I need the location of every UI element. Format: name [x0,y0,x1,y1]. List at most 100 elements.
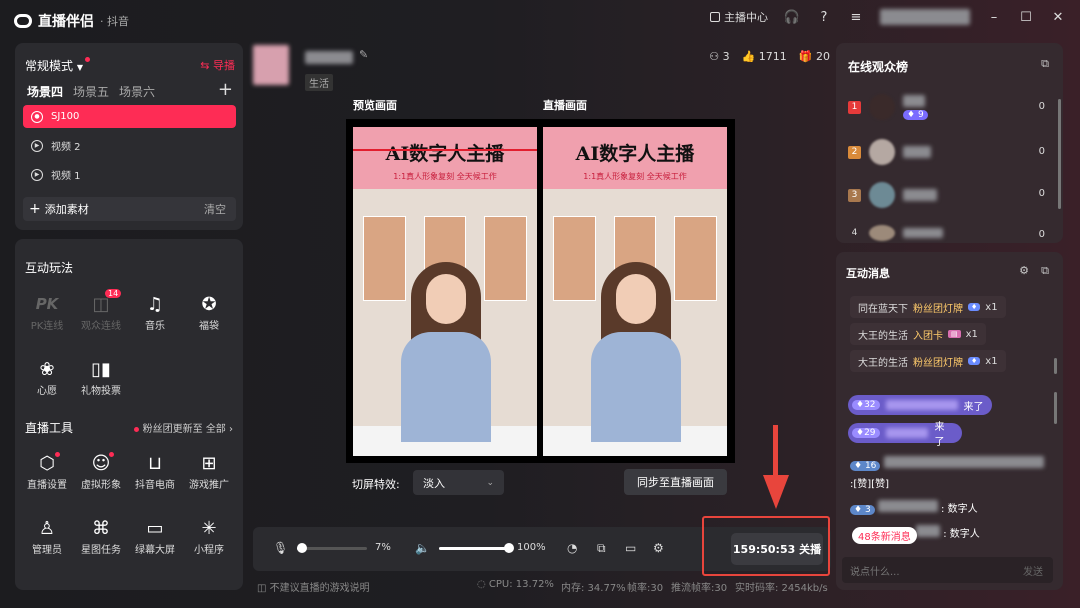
rank-row[interactable]: 4 [848,225,943,241]
annotation-arrow-head [763,475,789,509]
sync-to-live-button[interactable]: 同步至直播画面 [624,469,727,495]
settings-icon[interactable]: ⚙ [1019,264,1029,277]
digital-human [591,262,681,442]
slider-knob[interactable] [504,543,514,553]
source-label: 视频 2 [51,142,81,153]
microphone-icon[interactable]: 🎙 [273,541,288,555]
wish-button[interactable]: ❀ 心愿 [21,356,73,398]
mini-program-button[interactable]: ✳ 小程序 [183,515,235,557]
clear-button[interactable]: 清空 [204,201,226,217]
chat-message: ♦ 16 :[赞][赞] [850,456,1044,490]
green-screen-button[interactable]: ▭ 绿幕大屏 [129,515,181,557]
settings-icon[interactable]: ⚙ [653,541,664,555]
headset-icon[interactable]: 🎧 [784,9,800,25]
game-promo-button[interactable]: ⊞ 游戏推广 [183,450,235,492]
beauty-icon[interactable]: ◔ [567,541,577,555]
category-tag: 生活 [305,74,333,91]
avatar [869,94,895,120]
banner: AI数字人主播 1:1真人形象复刻 全天候工作 [543,127,727,189]
system-message: 同在蓝天下 粉丝团灯牌 ♦ x1 [850,296,1006,318]
scene-panel: 常规模式 ▼ ⇆ 导播 场景四 场景五 场景六 + ● SJ100 ▶ 视频 2… [15,43,243,230]
gift-vote-button[interactable]: ▯▮ 礼物投票 [75,356,127,398]
popout-icon[interactable]: ⧉ [1041,264,1049,278]
slider-fill [439,547,509,550]
star-task-button[interactable]: ⌘ 星图任务 [75,515,127,557]
source-label: SJ100 [51,111,80,122]
tools-title: 直播工具 [25,421,74,435]
add-source-button[interactable]: + 添加素材 清空 [23,197,236,221]
slider-knob[interactable] [297,543,307,553]
source-item-video-2[interactable]: ▶ 视频 2 [23,134,236,157]
scrollbar[interactable] [1054,392,1057,424]
mode-selector[interactable]: 常规模式 ▼ [25,57,90,74]
edit-icon[interactable]: ✎ [359,48,368,61]
speaker-volume-slider[interactable] [439,543,514,553]
switch-effect-select[interactable]: 淡入 ⌄ [413,470,504,495]
notification-dot [109,452,114,457]
streamer-avatar[interactable] [253,45,289,85]
tab-scene-4[interactable]: 场景四 [27,83,63,100]
app-name: 直播伴侣 [38,14,94,30]
fan-update-note[interactable]: 粉丝团更新至 全部 › [133,420,233,435]
message-count: x1 [985,355,998,367]
viewer-name [885,428,929,438]
source-item-sj100[interactable]: ● SJ100 [23,105,236,128]
live-canvas[interactable]: AI数字人主播 1:1真人形象复刻 全天候工作 [543,127,727,456]
preview-canvas[interactable]: AI数字人主播 1:1真人形象复刻 全天候工作 [353,127,537,456]
scrollbar[interactable] [1058,99,1061,209]
game-note-text: 不建议直播的游戏说明 [269,583,370,594]
all-link[interactable]: 全部 [206,424,226,435]
speaker-icon[interactable]: 🔈 [415,541,430,555]
add-scene-icon[interactable]: + [218,79,233,100]
guide-button[interactable]: ⇆ 导播 [200,57,235,73]
scrollbar[interactable] [1054,358,1057,374]
source-item-video-1[interactable]: ▶ 视频 1 [23,163,236,186]
creator-center-button[interactable]: 主播中心 [710,9,768,25]
screen-cast-icon[interactable]: ⧉ [597,541,606,556]
mic-volume-slider[interactable] [297,543,367,553]
admin-button[interactable]: ♙ 管理员 [21,515,73,557]
new-messages-badge[interactable]: 48条新消息 [852,527,917,544]
gift-stat: 🎁 20 [799,50,830,63]
rank-row[interactable]: 3 [848,182,937,208]
people-icon: ⚇ [709,50,720,63]
lucky-bag-icon: ✪ [201,293,217,315]
record-icon[interactable]: ▭ [625,541,636,555]
popout-icon[interactable]: ⧉ [1041,57,1049,71]
system-message: 大王的生活 粉丝团灯牌 ♦ x1 [850,350,1006,372]
rank-title: 在线观众榜 [848,60,909,74]
tab-scene-6[interactable]: 场景六 [119,83,155,100]
game-note-link[interactable]: ◫ 不建议直播的游戏说明 [257,579,370,594]
entry-text: 来了 [934,422,945,448]
close-icon[interactable]: ✕ [1050,9,1066,25]
rank-row[interactable]: 1 ♦ 9 [848,94,928,120]
music-button[interactable]: ♫ 音乐 [129,291,181,333]
title-bar: 直播伴侣 · 抖音 主播中心 🎧 ? ≡ – ☐ ✕ [0,0,1080,40]
help-icon[interactable]: ? [816,9,832,25]
cpu-text: CPU: 13.72% [488,579,554,590]
screen-icon: ▭ [146,517,164,539]
banner-title: AI数字人主播 [385,143,505,165]
send-button[interactable]: 发送 [1023,563,1043,578]
tab-scene-5[interactable]: 场景五 [73,83,109,100]
menu-icon[interactable]: ≡ [848,9,864,25]
dress [401,332,491,442]
chat-message: : 数字人 [916,525,980,540]
maximize-icon[interactable]: ☐ [1018,9,1034,25]
virtual-avatar-button[interactable]: ☺ 虚拟形象 [75,450,127,491]
pk-link-button[interactable]: PK PK连线 [21,291,73,332]
user-account[interactable] [880,9,970,25]
minimize-icon[interactable]: – [986,9,1002,25]
pk-link-label: PK连线 [30,321,64,332]
ecommerce-button[interactable]: ⊔ 抖音电商 [129,450,181,492]
audience-link-label: 观众连线 [81,321,121,332]
switch-effect-label: 切屏特效: [352,478,400,491]
chat-input[interactable]: 说点什么... 发送 [842,557,1053,583]
level-badge: ♦29 [852,428,880,438]
viewer-name [903,94,925,107]
audience-link-button[interactable]: ◫ 14 观众连线 [75,289,127,332]
lucky-bag-button[interactable]: ✪ 福袋 [183,291,235,333]
rank-row[interactable]: 2 [848,139,931,165]
live-settings-button[interactable]: ⬡ 直播设置 [21,450,73,491]
gift-count: 20 [816,50,830,63]
